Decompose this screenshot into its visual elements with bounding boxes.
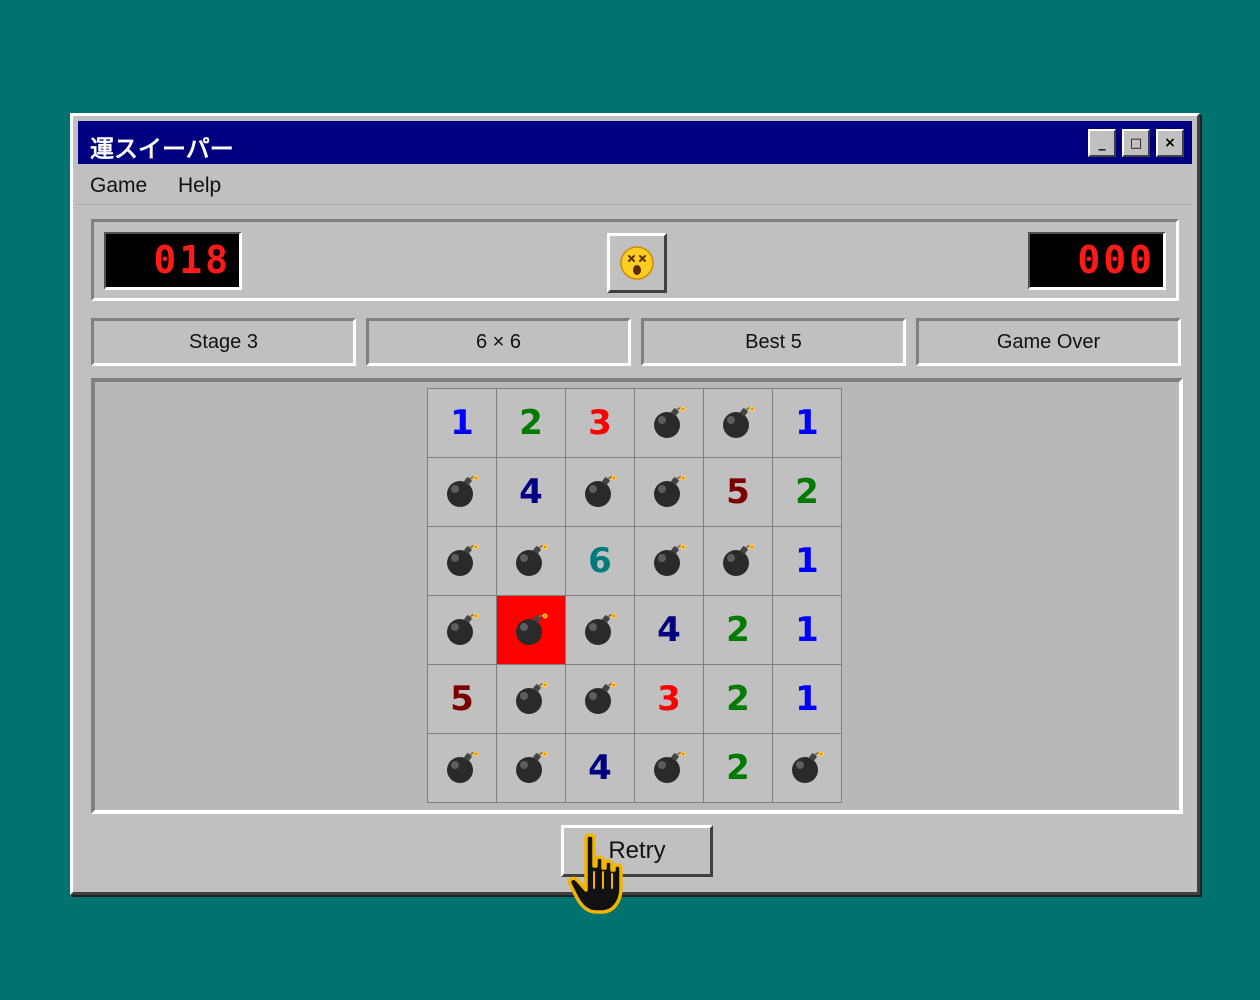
cell-number[interactable]: 5 [428, 665, 497, 734]
bomb-icon [516, 751, 548, 783]
cell-number[interactable]: 2 [704, 734, 773, 803]
cell-number[interactable]: 1 [428, 389, 497, 458]
bomb-icon [447, 751, 479, 783]
stage-box: Stage 3 [91, 318, 356, 366]
bomb-icon [654, 406, 686, 438]
cell-number[interactable]: 4 [497, 458, 566, 527]
bomb-icon [516, 682, 548, 714]
cell-number-label: 4 [657, 610, 681, 650]
cell-mine[interactable] [428, 527, 497, 596]
bomb-icon [723, 544, 755, 576]
bomb-icon [516, 544, 548, 576]
cell-number-label: 2 [726, 610, 750, 650]
bomb-icon [585, 613, 617, 645]
hand-pointer-cursor-icon [567, 833, 623, 914]
cell-number[interactable]: 1 [773, 596, 842, 665]
cell-number[interactable]: 2 [704, 596, 773, 665]
cell-number-label: 1 [795, 679, 819, 719]
cell-number[interactable]: 6 [566, 527, 635, 596]
cell-number[interactable]: 3 [566, 389, 635, 458]
cell-mine[interactable] [497, 527, 566, 596]
bomb-icon [447, 544, 479, 576]
minimize-button[interactable]: _ [1088, 129, 1116, 157]
status-panel: 018 000 [91, 219, 1179, 301]
cell-number-label: 4 [519, 472, 543, 512]
bomb-icon [792, 751, 824, 783]
cell-mine[interactable] [773, 734, 842, 803]
dizzy-face-icon [620, 246, 654, 280]
cell-number-label: 5 [450, 679, 474, 719]
bomb-icon [585, 475, 617, 507]
title-bar[interactable]: 運スイーパー _ □ × [78, 121, 1192, 164]
cell-mine[interactable] [566, 596, 635, 665]
cell-mine[interactable] [635, 734, 704, 803]
cell-mine[interactable] [497, 734, 566, 803]
mine-counter: 018 [104, 232, 242, 290]
best-box: Best 5 [641, 318, 906, 366]
cell-mine-hit[interactable] [497, 596, 566, 665]
window-title: 運スイーパー [90, 135, 234, 163]
cell-number-label: 2 [519, 403, 543, 443]
bomb-icon [654, 751, 686, 783]
cell-number-label: 1 [795, 403, 819, 443]
game-window: 運スイーパー _ □ × Game Help 018 000 Stage 3 6… [70, 113, 1200, 895]
cell-number-label: 4 [588, 748, 612, 788]
cell-mine[interactable] [428, 734, 497, 803]
close-button[interactable]: × [1156, 129, 1184, 157]
bomb-icon [654, 544, 686, 576]
minefield-grid: 1 2 3 1 4 5 2 6 1 4 2 1 5 3 2 1 4 2 [427, 388, 842, 803]
cell-number-label: 1 [795, 610, 819, 650]
cell-number-label: 5 [726, 472, 750, 512]
game-status-box: Game Over [916, 318, 1181, 366]
cell-number-label: 1 [450, 403, 474, 443]
bomb-icon [447, 613, 479, 645]
maximize-button[interactable]: □ [1122, 129, 1150, 157]
cell-mine[interactable] [635, 389, 704, 458]
cell-number-label: 2 [795, 472, 819, 512]
timer-counter: 000 [1028, 232, 1166, 290]
menu-game[interactable]: Game [90, 174, 147, 198]
board-size-box: 6 × 6 [366, 318, 631, 366]
bomb-icon [447, 475, 479, 507]
cell-number[interactable]: 1 [773, 527, 842, 596]
cell-number-label: 1 [795, 541, 819, 581]
cell-number-label: 3 [657, 679, 681, 719]
cell-number-label: 2 [726, 679, 750, 719]
cell-number-label: 3 [588, 403, 612, 443]
cell-number-label: 2 [726, 748, 750, 788]
cell-mine[interactable] [704, 527, 773, 596]
cell-number[interactable]: 1 [773, 389, 842, 458]
cell-number[interactable]: 4 [566, 734, 635, 803]
cell-mine[interactable] [635, 527, 704, 596]
board-panel: 1 2 3 1 4 5 2 6 1 4 2 1 5 3 2 1 4 2 [91, 378, 1183, 814]
bomb-icon [654, 475, 686, 507]
cell-mine[interactable] [428, 596, 497, 665]
cell-number[interactable]: 2 [497, 389, 566, 458]
cell-mine[interactable] [428, 458, 497, 527]
cell-mine[interactable] [566, 458, 635, 527]
bomb-icon [585, 682, 617, 714]
cell-mine[interactable] [704, 389, 773, 458]
cell-number[interactable]: 1 [773, 665, 842, 734]
bomb-icon [723, 406, 755, 438]
cell-number[interactable]: 2 [773, 458, 842, 527]
cell-number-label: 6 [588, 541, 612, 581]
cell-number[interactable]: 5 [704, 458, 773, 527]
cell-number[interactable]: 3 [635, 665, 704, 734]
cell-mine[interactable] [635, 458, 704, 527]
bomb-icon [516, 613, 548, 645]
cell-number[interactable]: 4 [635, 596, 704, 665]
menu-bar: Game Help [78, 168, 1192, 205]
cell-mine[interactable] [497, 665, 566, 734]
cell-number[interactable]: 2 [704, 665, 773, 734]
face-button[interactable] [607, 233, 667, 293]
menu-help[interactable]: Help [178, 174, 221, 198]
cell-mine[interactable] [566, 665, 635, 734]
